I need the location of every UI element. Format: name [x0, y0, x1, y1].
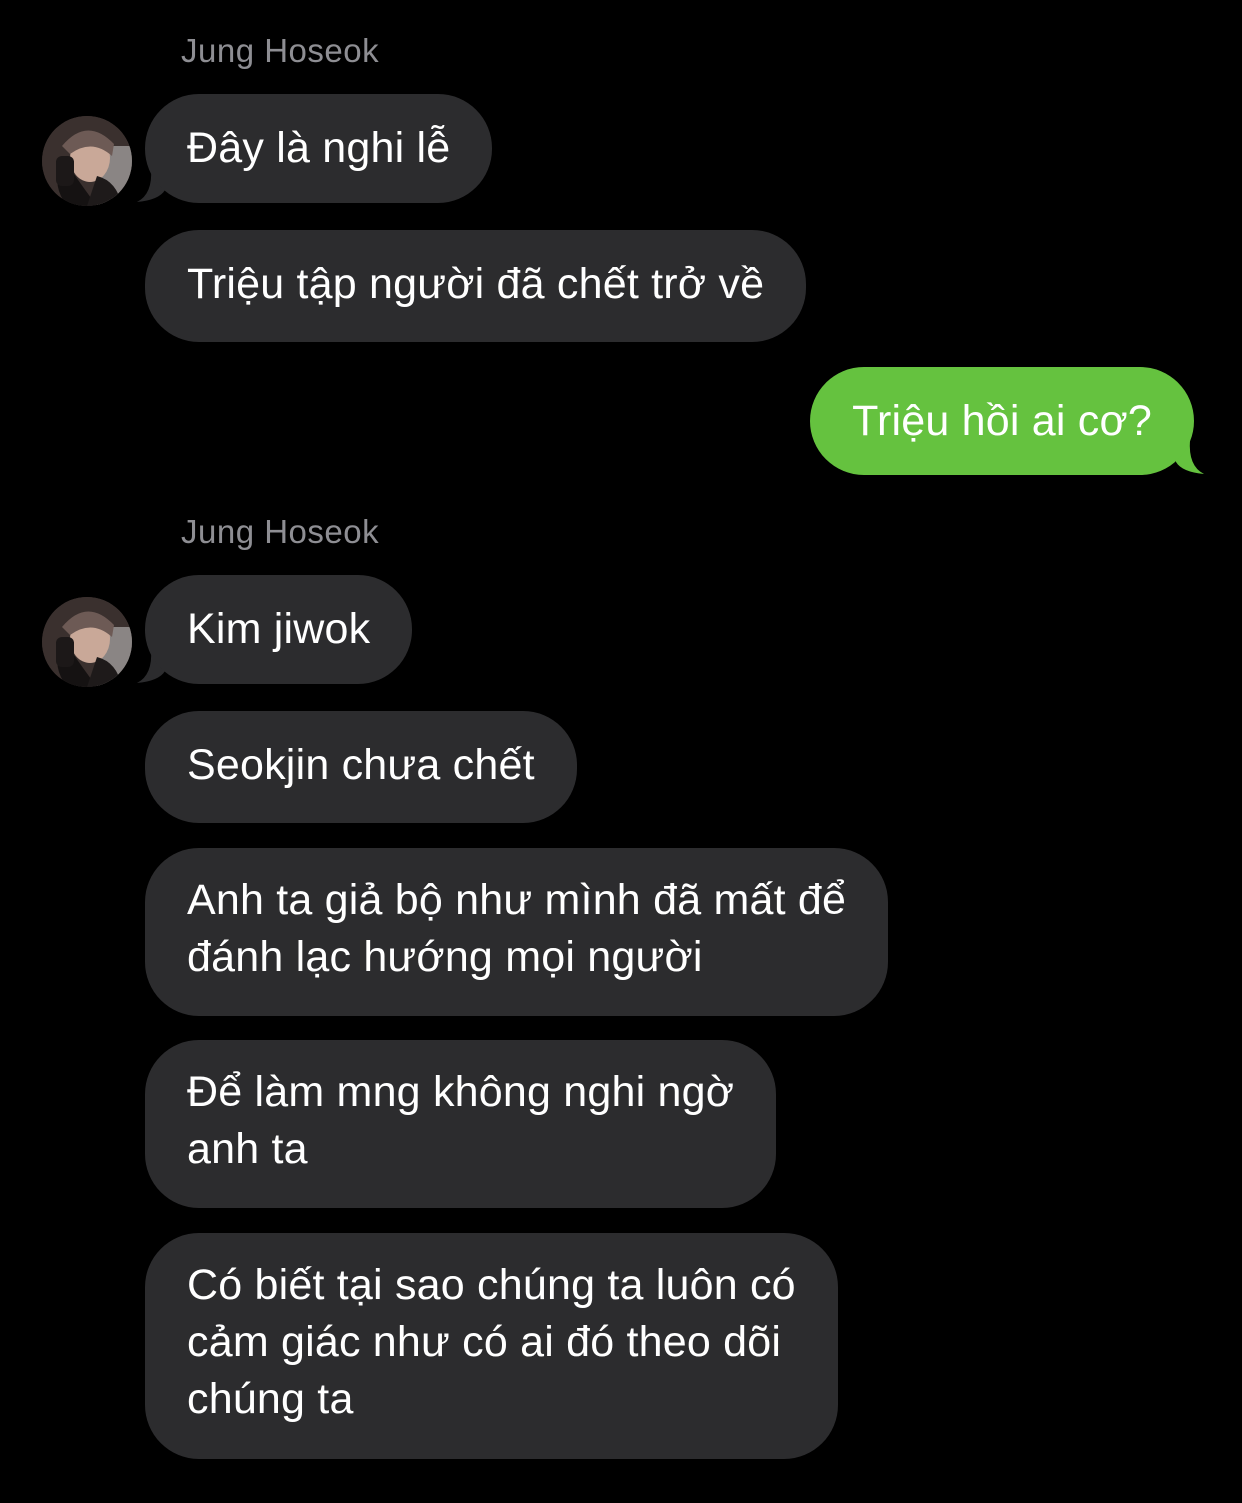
avatar[interactable] [42, 116, 132, 206]
message-text-line: anh ta [187, 1125, 308, 1173]
message-bubble-incoming[interactable]: Đây là nghi lễ [145, 94, 493, 203]
message-text-line: đánh lạc hướng mọi người [187, 933, 703, 981]
avatar-icon [42, 597, 132, 687]
message-bubble-incoming[interactable]: Anh ta giả bộ như mình đã mất để đánh lạ… [145, 848, 889, 1016]
message-text-line: cảm giác như có ai đó theo dõi [187, 1318, 782, 1366]
message-bubble-incoming[interactable]: Seokjin chưa chết [145, 711, 577, 823]
avatar-icon [42, 116, 132, 206]
message-bubble-incoming[interactable]: Kim jiwok [145, 575, 413, 684]
message-text: Triệu hồi ai cơ? [852, 397, 1152, 445]
message-bubble-incoming[interactable]: Để làm mng không nghi ngờ anh ta [145, 1040, 777, 1208]
message-bubble-incoming[interactable]: Triệu tập người đã chết trở về [145, 230, 807, 342]
sender-name: Jung Hoseok [181, 32, 380, 69]
message-text: Seokjin chưa chết [187, 741, 535, 789]
message-text: Đây là nghi lễ [187, 124, 451, 172]
message-text-line: Để làm mng không nghi ngờ [187, 1068, 735, 1116]
message-text-line: Có biết tại sao chúng ta luôn có [187, 1261, 796, 1309]
message-bubble-outgoing[interactable]: Triệu hồi ai cơ? [810, 367, 1194, 475]
message-text-line: chúng ta [187, 1375, 354, 1423]
message-bubble-incoming[interactable]: Có biết tại sao chúng ta luôn có cảm giá… [145, 1233, 838, 1459]
message-text: Kim jiwok [187, 605, 371, 653]
message-text-line: Anh ta giả bộ như mình đã mất để [187, 876, 847, 924]
avatar[interactable] [42, 597, 132, 687]
sender-name: Jung Hoseok [181, 513, 380, 550]
message-text: Triệu tập người đã chết trở về [187, 260, 765, 308]
